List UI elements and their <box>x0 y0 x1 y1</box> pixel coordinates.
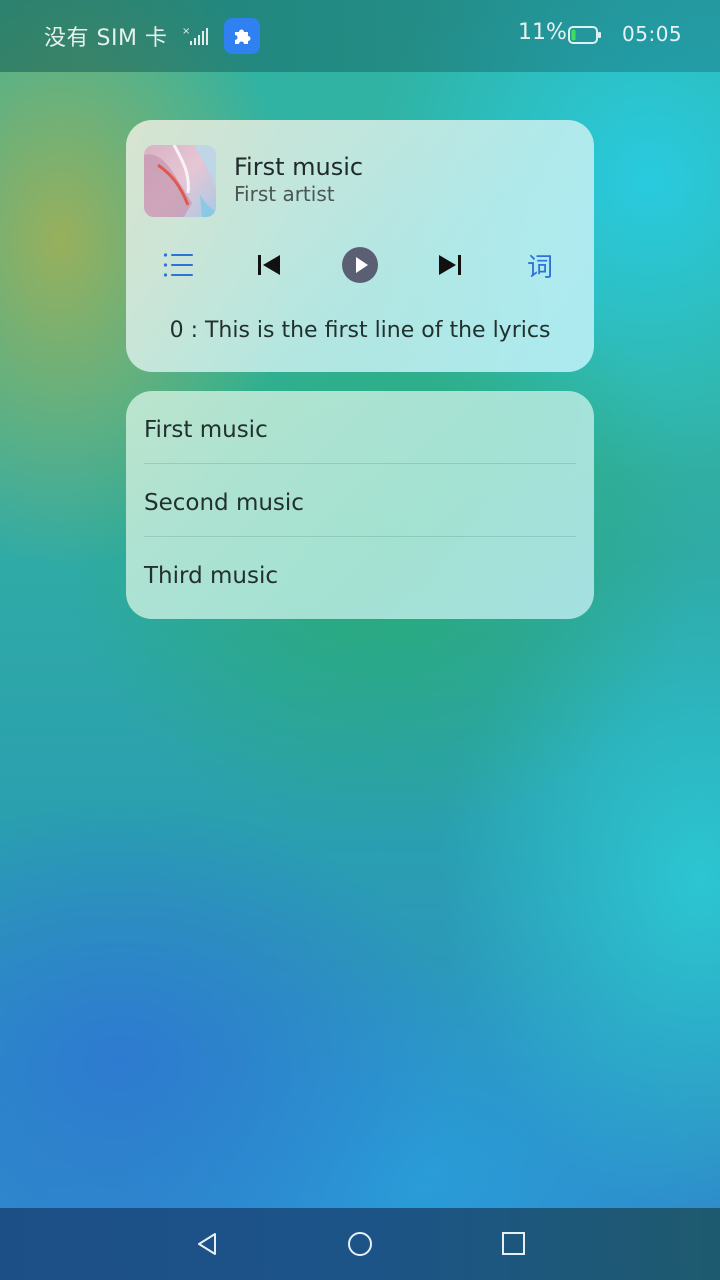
puzzle-icon <box>235 29 251 44</box>
previous-icon <box>258 255 280 275</box>
playlist-item[interactable]: Second music <box>144 464 576 537</box>
play-button[interactable] <box>340 245 380 285</box>
playlist-item-label: Second music <box>144 490 304 516</box>
album-cover[interactable] <box>144 145 216 217</box>
battery-percent: 11% <box>518 20 567 45</box>
navigation-bar <box>0 1208 720 1280</box>
signal-icon: × <box>182 26 208 45</box>
next-button[interactable] <box>430 245 470 285</box>
previous-button[interactable] <box>249 245 289 285</box>
play-icon <box>342 247 378 283</box>
list-icon <box>163 253 193 277</box>
recents-icon[interactable] <box>498 1228 530 1260</box>
next-icon <box>439 255 461 275</box>
home-icon[interactable] <box>344 1228 376 1260</box>
carrier-text: 没有 SIM 卡 <box>44 26 168 51</box>
svg-text:×: × <box>182 26 190 37</box>
playlist-item-label: Third music <box>144 563 278 589</box>
playlist-item-label: First music <box>144 417 268 443</box>
playlist-button[interactable] <box>159 245 199 285</box>
playlist-item[interactable]: Third music <box>144 537 576 610</box>
clock-time: 05:05 <box>622 22 683 46</box>
battery-icon <box>568 26 601 44</box>
song-title: First music <box>234 153 364 181</box>
back-icon[interactable] <box>191 1228 223 1260</box>
music-player-card: First music First artist 词 0 : This is t… <box>126 120 594 372</box>
current-lyric-line: 0 : This is the first line of the lyrics <box>169 318 551 343</box>
puzzle-app-icon[interactable] <box>224 18 260 54</box>
song-artist: First artist <box>234 182 335 206</box>
lyrics-toggle-button[interactable]: 词 <box>520 245 560 285</box>
status-bar: 没有 SIM 卡 × 11% 05:05 <box>0 0 720 72</box>
playlist-item[interactable]: First music <box>144 391 576 464</box>
playlist-card: First music Second music Third music <box>126 391 594 619</box>
